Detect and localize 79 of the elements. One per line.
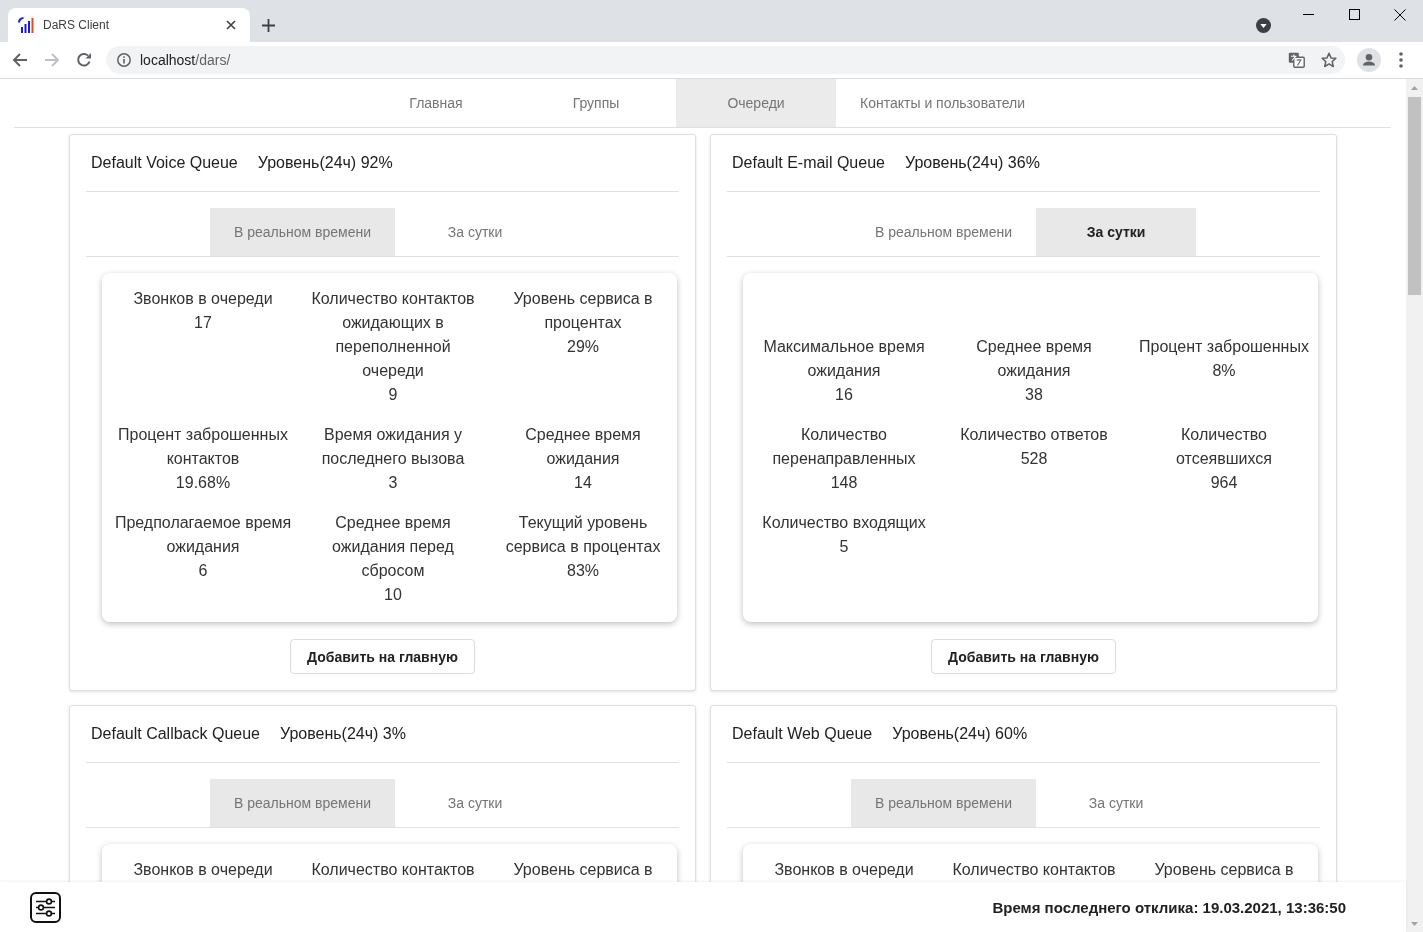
stat-value: 19.68% (175, 473, 231, 493)
reload-icon[interactable] (76, 52, 92, 68)
view-tab[interactable]: В реальном времени (850, 779, 1037, 827)
account-icon[interactable] (1357, 48, 1381, 72)
view-tab[interactable]: В реальном времени (209, 208, 396, 256)
queue-name: Default Voice Queue (91, 154, 238, 172)
browser-tab[interactable]: DaRS Client (8, 8, 250, 42)
view-tab[interactable]: За сутки (1036, 208, 1197, 256)
stat-value: 5 (839, 537, 849, 557)
view-tab[interactable]: За сутки (395, 208, 556, 256)
nav-tab[interactable]: Контакты и пользователи (836, 79, 1049, 127)
stat-value: 528 (1020, 449, 1048, 469)
view-tab[interactable]: За сутки (395, 779, 556, 827)
stat-label: Количество контактов (952, 860, 1116, 880)
stat-label: Среднее время ожидания (524, 425, 642, 469)
info-icon[interactable] (117, 53, 131, 67)
stat-label: Уровень сервиса в процентах (512, 289, 654, 333)
stat-label: Уровень сервиса в (1154, 860, 1294, 880)
queue-name: Default E-mail Queue (732, 154, 885, 172)
stat-label: Количество контактов (311, 860, 475, 880)
stat-label: Количество отсеявшихся (1175, 425, 1273, 469)
stat-value: 964 (1210, 473, 1238, 493)
stat-value: 16 (835, 385, 853, 405)
queue-name: Default Web Queue (732, 725, 873, 743)
last-response-time: Время последнего отклика: 19.03.2021, 13:36:50 (992, 898, 1346, 916)
close-icon[interactable] (1394, 8, 1406, 21)
stat-value: 9 (388, 385, 398, 405)
stat-label: Предполагаемое время ожидания (114, 513, 292, 557)
stat-label: Количество перенаправленных (771, 425, 917, 469)
view-tab[interactable]: В реальном времени (850, 208, 1037, 256)
service-level: Уровень(24ч) 36% (904, 154, 1040, 172)
stat-value: 10 (384, 585, 402, 605)
stat-value: 6 (198, 561, 208, 581)
service-level: Уровень(24ч) 3% (280, 725, 406, 743)
stat-label: Количество входящих (762, 513, 926, 533)
stat-label: Звонков в очереди (774, 860, 914, 880)
dropdown-icon[interactable] (1256, 17, 1271, 33)
stat-label: Максимальное время ожидания (762, 337, 926, 381)
stat-value: 8% (1212, 361, 1236, 381)
back-icon[interactable] (12, 52, 28, 68)
add-to-main-button[interactable]: Добавить на главную (931, 639, 1116, 674)
stat-label: Процент заброшенных (1139, 337, 1309, 357)
stat-label: Количество ответов (960, 425, 1108, 445)
translate-icon[interactable] (1288, 52, 1305, 68)
stat-label: Среднее время ожидания перед сбросом (331, 513, 455, 581)
nav-tab[interactable]: Группы (516, 79, 676, 127)
minimize-icon[interactable] (1302, 14, 1314, 15)
queue-name: Default Callback Queue (91, 725, 260, 743)
stat-label: Звонков в очереди (133, 860, 273, 880)
stat-value: 83% (567, 561, 599, 581)
maximize-icon[interactable] (1348, 9, 1360, 20)
view-tab[interactable]: За сутки (1036, 779, 1197, 827)
nav-tab[interactable]: Главная (356, 79, 516, 127)
service-level: Уровень(24ч) 60% (892, 725, 1028, 743)
view-tab[interactable]: В реальном времени (209, 779, 396, 827)
signal-bars-icon (18, 16, 35, 34)
stat-value: 148 (830, 473, 858, 493)
add-to-main-button[interactable]: Добавить на главную (290, 639, 475, 674)
close-tab-icon[interactable] (226, 20, 236, 30)
nav-tab[interactable]: Очереди (676, 79, 836, 127)
new-tab-icon[interactable] (262, 18, 275, 32)
star-icon[interactable] (1321, 52, 1337, 68)
stat-value: 3 (388, 473, 398, 493)
stat-label: Текущий уровень сервиса в процентах (504, 513, 662, 557)
stat-value: 38 (1025, 385, 1043, 405)
stat-value: 17 (194, 313, 212, 333)
stat-label: Процент заброшенных контактов (117, 425, 289, 469)
more-menu-icon[interactable] (1399, 52, 1403, 68)
stat-value: 29% (567, 337, 599, 357)
stat-label: Среднее время ожидания (975, 337, 1093, 381)
stat-label: Звонков в очереди (133, 289, 273, 309)
sliders-icon[interactable] (30, 891, 61, 923)
stat-value: 14 (574, 473, 592, 493)
stat-label: Количество контактов ожидающих в переполненной очереди (310, 289, 476, 381)
stat-label: Уровень сервиса в (513, 860, 653, 880)
stat-label: Время ожидания у последнего вызова (320, 425, 466, 469)
scrollbar-thumb[interactable] (1408, 97, 1421, 295)
service-level: Уровень(24ч) 92% (257, 154, 393, 172)
address-bar[interactable]: localhost/dars/ (106, 46, 1345, 74)
